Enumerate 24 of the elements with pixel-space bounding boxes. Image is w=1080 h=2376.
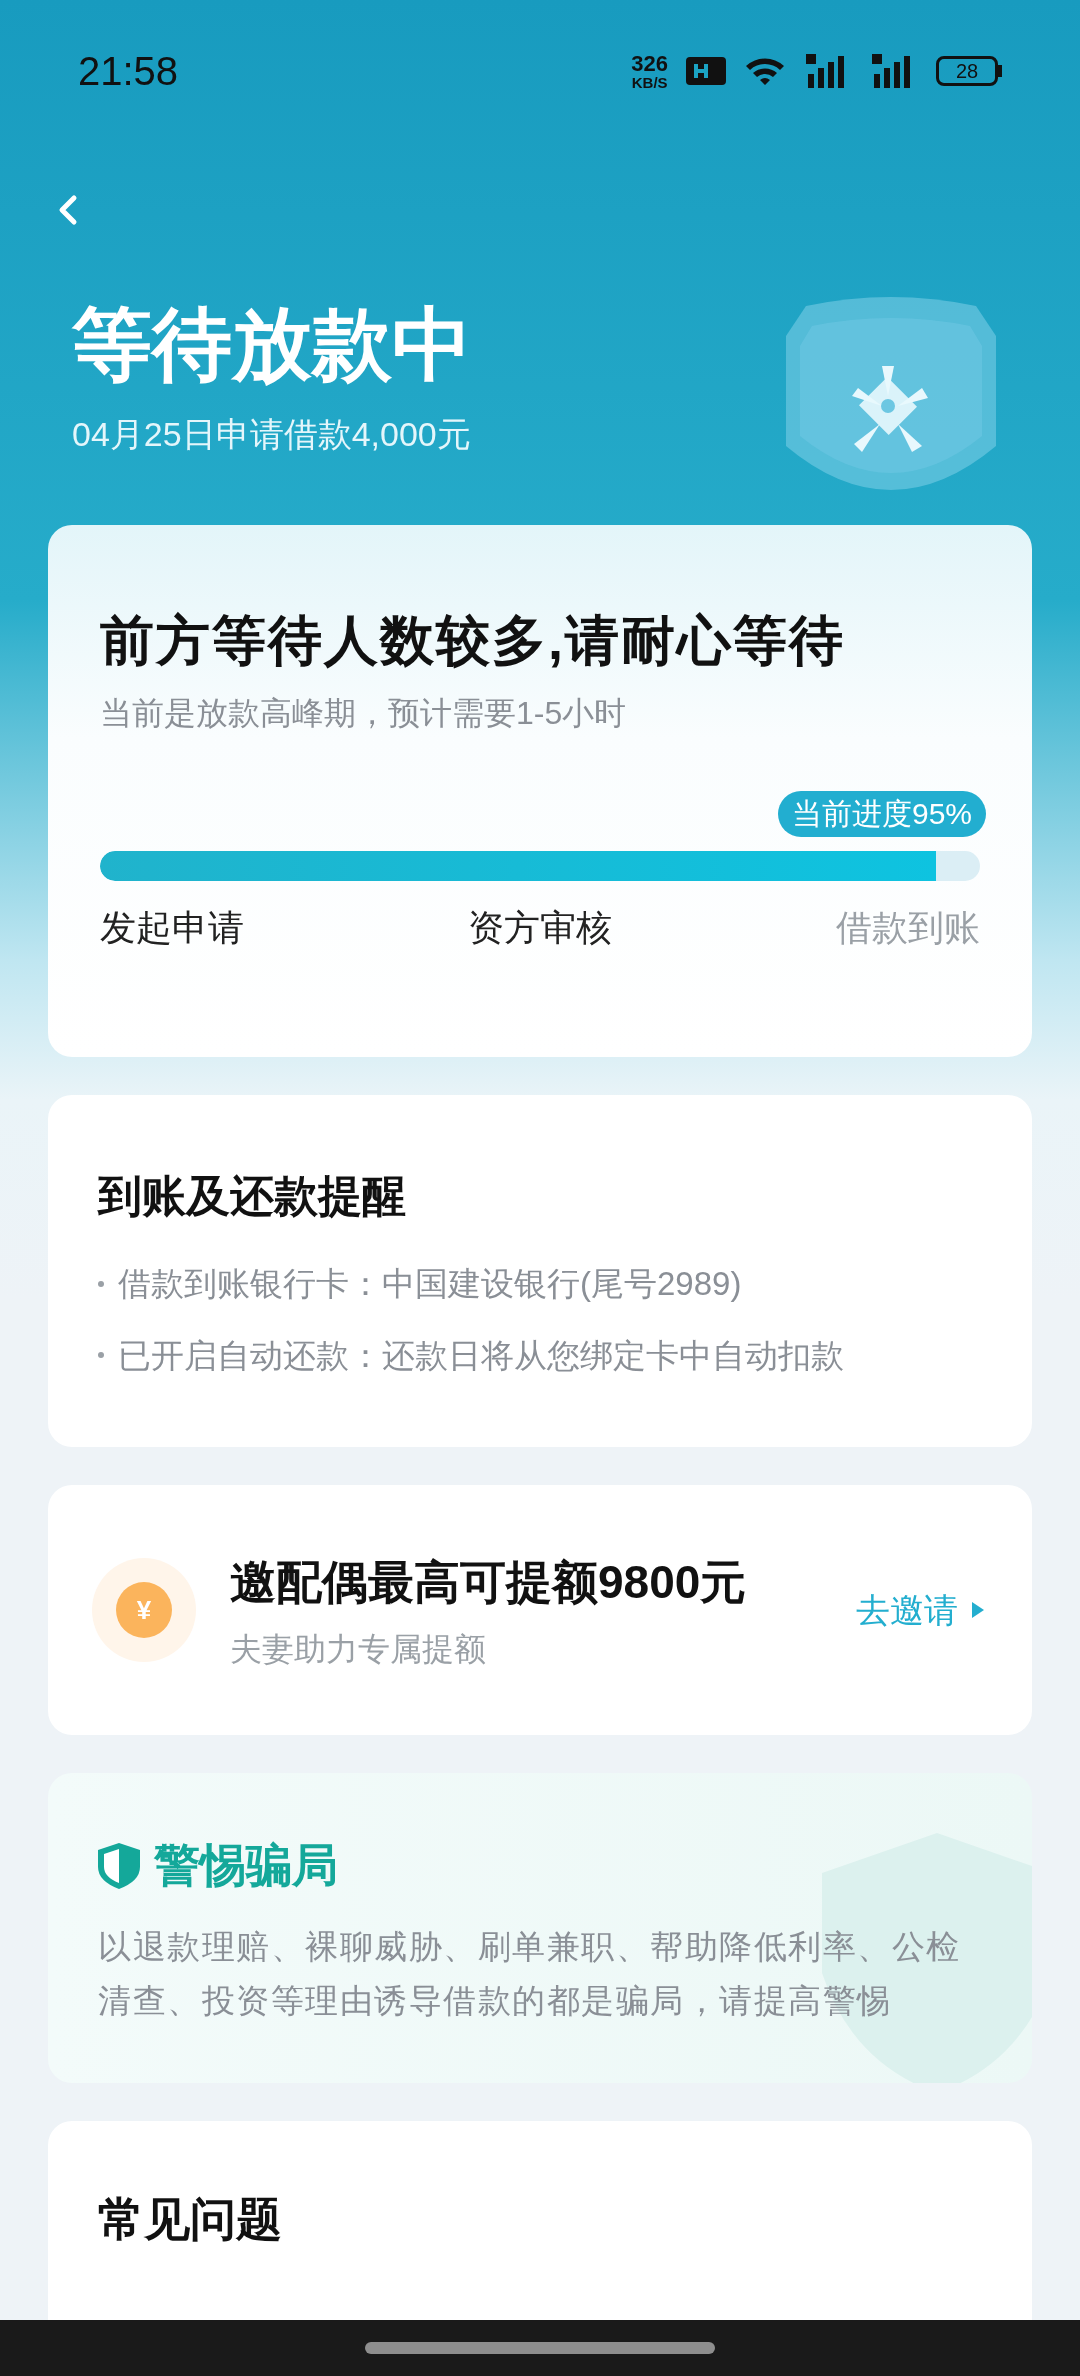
caret-icon (972, 1602, 984, 1618)
status-time: 21:58 (78, 48, 179, 95)
faq-heading: 常见问题 (98, 2192, 283, 2247)
reminder-heading: 到账及还款提醒 (98, 1170, 407, 1222)
loan-date-text: 04月25日申请借款4,000元 (72, 414, 472, 455)
reminder-text: 借款到账银行卡：中国建设银行(尾号2989) (118, 1264, 742, 1304)
network-speed: 326 KB/S (631, 52, 668, 90)
battery-indicator: 28 (936, 56, 1002, 86)
fraud-heading: 警惕骗局 (154, 1838, 338, 1893)
invite-title: 邀配偶最高可提额9800元 (230, 1554, 748, 1610)
page-title: 等待放款中 (72, 305, 472, 385)
progress-step-label: 发起申请 (100, 905, 244, 950)
invite-subtitle: 夫妻助力专属提额 (230, 1629, 487, 1669)
queue-heading: 前方等待人数较多,请耐心等待 (100, 609, 846, 672)
queue-subtext: 当前是放款高峰期，预计需要1-5小时 (100, 693, 628, 733)
hd-icon (686, 57, 726, 85)
progress-step-label: 借款到账 (836, 905, 980, 950)
fraud-text: 以退款理赔、裸聊威胁、刷单兼职、帮助降低利率、公检清查、投资等理由诱导借款的都是骗局，请提高警惕 (98, 1927, 962, 2021)
invite-link[interactable]: 去邀请 (856, 1584, 984, 1636)
reminder-text: 已开启自动还款：还款日将从您绑定卡中自动扣款 (118, 1335, 844, 1376)
coin-icon: ¥ (92, 1558, 196, 1662)
progress-step-label: 资方审核 (468, 905, 612, 950)
progress-badge: 当前进度95% (777, 790, 986, 837)
shield-icon (98, 1842, 140, 1889)
